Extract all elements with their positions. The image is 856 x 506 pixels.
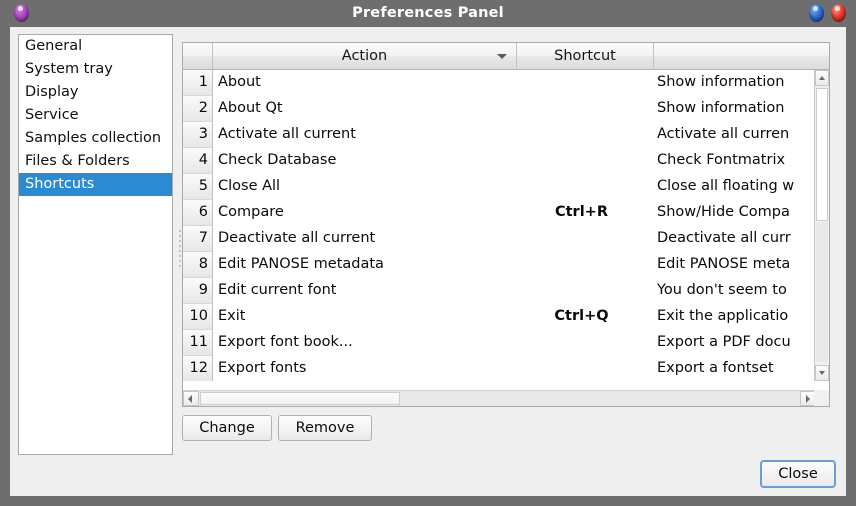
cell-action[interactable]: Export font book... <box>213 330 517 356</box>
cell-description[interactable]: Export a PDF docu <box>654 330 829 356</box>
preferences-window: Preferences Panel General System tray Di… <box>0 0 856 506</box>
cell-description[interactable]: Show information <box>654 96 829 122</box>
sidebar-item-samples-collection[interactable]: Samples collection <box>19 127 172 150</box>
horizontal-scroll-thumb[interactable] <box>200 392 400 405</box>
row-number[interactable]: 4 <box>183 148 213 174</box>
table-header-corner[interactable] <box>183 43 213 70</box>
cell-description[interactable]: Check Fontmatrix <box>654 148 829 174</box>
table-vertical-scrollbar[interactable] <box>814 70 829 381</box>
sidebar-item-general[interactable]: General <box>19 35 172 58</box>
table-body: 1 About Show information 2 About Qt Show… <box>183 70 829 381</box>
cell-action[interactable]: Export fonts <box>213 356 517 381</box>
row-number[interactable]: 5 <box>183 174 213 200</box>
table-row[interactable]: 7 Deactivate all current Deactivate all … <box>183 226 829 252</box>
sort-descending-icon <box>497 54 507 59</box>
table-row[interactable]: 1 About Show information <box>183 70 829 96</box>
table-row[interactable]: 6 Compare Ctrl+R Show/Hide Compa <box>183 200 829 226</box>
cell-description[interactable]: You don't seem to <box>654 278 829 304</box>
cell-shortcut[interactable] <box>517 252 654 278</box>
table-header-description[interactable] <box>654 43 829 70</box>
cell-shortcut[interactable] <box>517 174 654 200</box>
cell-action[interactable]: Exit <box>213 304 517 330</box>
cell-action[interactable]: About <box>213 70 517 96</box>
cell-description[interactable]: Edit PANOSE meta <box>654 252 829 278</box>
change-button[interactable]: Change <box>182 415 272 441</box>
table-row[interactable]: 8 Edit PANOSE metadata Edit PANOSE meta <box>183 252 829 278</box>
cell-shortcut[interactable] <box>517 122 654 148</box>
cell-description[interactable]: Exit the applicatio <box>654 304 829 330</box>
close-button[interactable]: Close <box>760 460 836 488</box>
window-body: General System tray Display Service Samp… <box>10 27 846 496</box>
minimize-orb-icon[interactable] <box>809 4 824 22</box>
remove-button[interactable]: Remove <box>278 415 372 441</box>
cell-description[interactable]: Show information <box>654 70 829 96</box>
table-row[interactable]: 10 Exit Ctrl+Q Exit the applicatio <box>183 304 829 330</box>
row-number[interactable]: 9 <box>183 278 213 304</box>
row-number[interactable]: 6 <box>183 200 213 226</box>
shortcuts-table[interactable]: Action Shortcut 1 About Show information… <box>182 42 830 407</box>
cell-action[interactable]: About Qt <box>213 96 517 122</box>
cell-action[interactable]: Edit PANOSE metadata <box>213 252 517 278</box>
cell-description[interactable]: Export a fontset <box>654 356 829 381</box>
close-orb-icon[interactable] <box>831 4 846 22</box>
cell-shortcut[interactable] <box>517 148 654 174</box>
scroll-up-icon[interactable] <box>815 70 829 86</box>
cell-action[interactable]: Check Database <box>213 148 517 174</box>
title-bar[interactable]: Preferences Panel <box>0 0 856 27</box>
table-row[interactable]: 2 About Qt Show information <box>183 96 829 122</box>
table-row[interactable]: 9 Edit current font You don't seem to <box>183 278 829 304</box>
table-row[interactable]: 4 Check Database Check Fontmatrix <box>183 148 829 174</box>
row-number[interactable]: 8 <box>183 252 213 278</box>
window-title: Preferences Panel <box>352 5 504 21</box>
row-number[interactable]: 3 <box>183 122 213 148</box>
cell-action[interactable]: Edit current font <box>213 278 517 304</box>
scroll-left-icon[interactable] <box>183 391 199 406</box>
table-header-action[interactable]: Action <box>213 43 517 70</box>
cell-shortcut[interactable] <box>517 356 654 381</box>
row-number[interactable]: 7 <box>183 226 213 252</box>
sidebar-item-files-and-folders[interactable]: Files & Folders <box>19 150 172 173</box>
cell-shortcut[interactable] <box>517 70 654 96</box>
scroll-down-icon[interactable] <box>815 365 829 381</box>
cell-shortcut[interactable]: Ctrl+R <box>517 200 654 226</box>
cell-action[interactable]: Deactivate all current <box>213 226 517 252</box>
cell-action[interactable]: Compare <box>213 200 517 226</box>
vertical-scroll-thumb[interactable] <box>816 88 828 221</box>
cell-shortcut[interactable] <box>517 278 654 304</box>
cell-shortcut[interactable]: Ctrl+Q <box>517 304 654 330</box>
sidebar-item-system-tray[interactable]: System tray <box>19 58 172 81</box>
table-row[interactable]: 11 Export font book... Export a PDF docu <box>183 330 829 356</box>
cell-description[interactable]: Activate all curren <box>654 122 829 148</box>
row-number[interactable]: 2 <box>183 96 213 122</box>
cell-shortcut[interactable] <box>517 96 654 122</box>
sidebar-item-service[interactable]: Service <box>19 104 172 127</box>
table-row[interactable]: 12 Export fonts Export a fontset <box>183 356 829 381</box>
cell-shortcut[interactable] <box>517 226 654 252</box>
table-header-row: Action Shortcut <box>183 43 829 70</box>
table-row[interactable]: 5 Close All Close all floating w <box>183 174 829 200</box>
sidebar-item-display[interactable]: Display <box>19 81 172 104</box>
row-number[interactable]: 11 <box>183 330 213 356</box>
settings-category-list[interactable]: General System tray Display Service Samp… <box>18 34 173 455</box>
cell-description[interactable]: Deactivate all curr <box>654 226 829 252</box>
scrollbar-corner <box>814 390 829 406</box>
cell-shortcut[interactable] <box>517 330 654 356</box>
row-number[interactable]: 1 <box>183 70 213 96</box>
sidebar-item-shortcuts[interactable]: Shortcuts <box>19 173 172 196</box>
table-header-shortcut[interactable]: Shortcut <box>517 43 654 70</box>
cell-action[interactable]: Activate all current <box>213 122 517 148</box>
table-horizontal-scrollbar[interactable] <box>183 390 816 406</box>
cell-description[interactable]: Show/Hide Compa <box>654 200 829 226</box>
table-row[interactable]: 3 Activate all current Activate all curr… <box>183 122 829 148</box>
row-number[interactable]: 12 <box>183 356 213 381</box>
cell-description[interactable]: Close all floating w <box>654 174 829 200</box>
vertical-scroll-track[interactable] <box>816 222 828 362</box>
cell-action[interactable]: Close All <box>213 174 517 200</box>
row-number[interactable]: 10 <box>183 304 213 330</box>
